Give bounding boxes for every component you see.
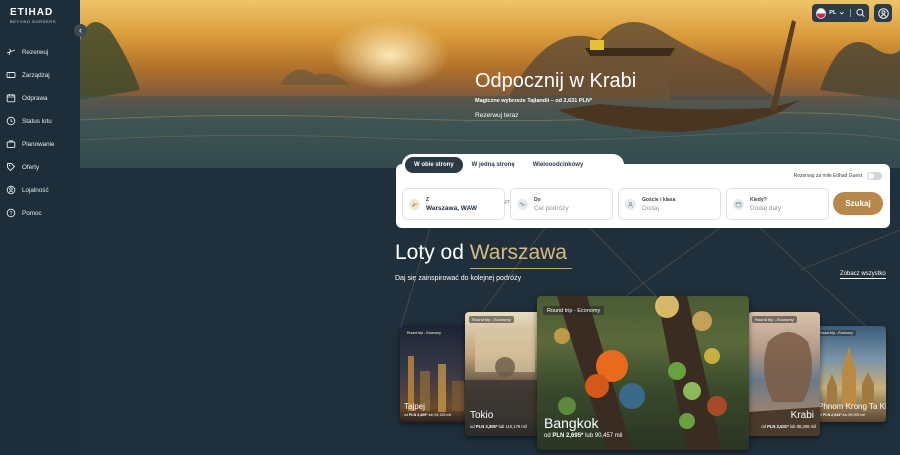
sidebar-item-planowanie[interactable]: Planowanie	[0, 135, 80, 153]
to-placeholder: Cel podróży	[534, 204, 569, 212]
to-field[interactable]: Do Cel podróży	[510, 188, 613, 220]
logo-tagline: BEYOND BORDERS	[10, 19, 57, 24]
search-icon[interactable]	[856, 8, 865, 18]
sidebar-item-status-lotu[interactable]: Status lotu	[0, 112, 80, 130]
destination-card-krabi[interactable]: Round trip - Economy Krabi od PLN 2,631*…	[748, 312, 820, 436]
guest-miles-toggle-row: Rezerwuj za mile Etihad Guest	[794, 172, 882, 180]
suitcase-icon	[6, 139, 16, 149]
hero-book-now-link[interactable]: Rezerwuj teraz	[475, 112, 518, 119]
trip-type-badge: Round trip - Economy	[543, 306, 605, 315]
from-label: Z	[426, 196, 430, 203]
sidebar-item-oferty[interactable]: Oferty	[0, 158, 80, 176]
plane-landing-icon	[517, 198, 528, 210]
header-tools: PL	[812, 4, 869, 22]
dates-field[interactable]: Kiedy? Dodaj daty	[726, 188, 829, 220]
sidebar: ETIHAD BEYOND BORDERS Rezerwuj Zarządzaj…	[0, 0, 80, 455]
tab-round-trip[interactable]: W obie strony	[405, 157, 463, 173]
guest-miles-label: Rezerwuj za mile Etihad Guest	[793, 173, 862, 179]
card-city: Bangkok	[544, 415, 599, 431]
section-title-prefix: Loty od	[395, 241, 464, 264]
user-icon	[877, 7, 889, 19]
user-account-button[interactable]	[874, 4, 892, 22]
trip-type-badge: Round trip - Economy	[404, 330, 444, 336]
section-title: Loty od Warszawa	[395, 241, 567, 265]
sidebar-item-label: Pomoc	[22, 209, 42, 217]
user-circle-icon	[6, 185, 16, 195]
card-city: Tajpej	[404, 402, 425, 411]
sidebar-item-label: Planowanie	[22, 140, 55, 148]
calendar-icon	[733, 198, 744, 210]
etihad-logo[interactable]: ETIHAD BEYOND BORDERS	[10, 7, 56, 24]
hero-title: Odpocznij w Krabi	[475, 70, 637, 92]
hero-banner: Odpocznij w Krabi Magiczne wybrzeże Tajl…	[80, 0, 900, 168]
chevron-down-icon	[839, 11, 845, 15]
card-city: Tokio	[470, 410, 494, 421]
trip-type-badge: Round trip - Economy	[752, 316, 797, 323]
from-value: Warszawa, WAW	[426, 204, 478, 212]
card-price: od PLN 3,305* lub 110,176 mil	[470, 424, 527, 429]
search-button[interactable]: Szukaj	[833, 192, 883, 215]
chevron-left-icon: ‹	[79, 25, 82, 35]
sidebar-item-label: Zarządzaj	[22, 71, 50, 79]
plane-icon	[6, 47, 16, 57]
title-underline	[470, 268, 572, 269]
poland-flag-icon[interactable]	[816, 7, 827, 19]
card-city: Phnom Krong Ta Khmau	[818, 402, 886, 411]
sidebar-item-label: Lojalność	[22, 186, 49, 194]
guests-class-field[interactable]: Goście i klasa Dodaj	[618, 188, 721, 220]
hero-subtitle: Magiczne wybrzeże Tajlandii – od 2,631 P…	[475, 98, 592, 104]
clock-icon	[6, 116, 16, 126]
sidebar-item-pomoc[interactable]: ? Pomoc	[0, 204, 80, 222]
sidebar-item-lojalnosc[interactable]: Lojalność	[0, 181, 80, 199]
svg-text:?: ?	[10, 211, 13, 217]
sidebar-item-rezerwuj[interactable]: Rezerwuj	[0, 43, 80, 61]
dates-placeholder: Dodaj daty	[750, 204, 782, 212]
destination-card-phnom-krong[interactable]: Round trip - Economy Phnom Krong Ta Khma…	[812, 326, 886, 422]
users-icon	[625, 198, 636, 210]
swap-icon[interactable]: ⇄	[504, 198, 510, 206]
section-title-city: Warszawa	[469, 241, 567, 264]
card-price: od PLN 2,631* lub 88,306 mil	[761, 424, 816, 429]
card-price: od PLN 3,409* lub 94,155 mil	[404, 413, 451, 417]
guests-label: Goście i klasa	[642, 196, 676, 203]
destination-card-bangkok[interactable]: Round trip - Economy Bangkok od PLN 2,69…	[537, 296, 749, 450]
to-label: Do	[534, 196, 541, 203]
card-price: od PLN 2,695* lub 90,457 mil	[544, 433, 623, 439]
calendar-icon	[6, 93, 16, 103]
trip-type-badge: Round trip - Economy	[469, 316, 514, 323]
destination-card-tajpej[interactable]: Round trip - Economy Tajpej od PLN 3,409…	[400, 326, 468, 422]
card-price: od PLN 2,644* lub 89,006 mil	[818, 413, 865, 417]
card-city: Krabi	[790, 410, 814, 421]
ticket-icon	[6, 70, 16, 80]
trip-type-badge: Round trip - Economy	[816, 330, 856, 336]
guests-placeholder: Dodaj	[642, 204, 659, 212]
language-selector[interactable]: PL	[829, 10, 836, 16]
divider	[849, 9, 851, 17]
from-field[interactable]: Z Warszawa, WAW	[402, 188, 505, 220]
section-subtitle: Daj się zainspirować do kolejnej podróży	[395, 275, 522, 282]
logo-wordmark: ETIHAD	[10, 7, 54, 18]
collapse-sidebar-button[interactable]: ‹	[74, 24, 87, 37]
help-icon: ?	[6, 208, 16, 218]
dates-label: Kiedy?	[750, 196, 767, 203]
tag-icon	[6, 162, 16, 172]
sidebar-item-label: Oferty	[22, 163, 40, 171]
sidebar-item-zarzadzaj[interactable]: Zarządzaj	[0, 66, 80, 84]
trip-type-tabs: W obie strony W jedną stronę Wielooodcin…	[402, 154, 624, 176]
sidebar-item-odprawa[interactable]: Odprawa	[0, 89, 80, 107]
plane-takeoff-icon	[409, 198, 420, 210]
tab-multi-city[interactable]: Wielooodcinkowy	[524, 157, 593, 173]
see-all-link[interactable]: Zobacz wszystko	[840, 271, 886, 279]
guest-miles-toggle[interactable]	[867, 172, 882, 180]
sidebar-item-label: Odprawa	[22, 94, 48, 102]
sidebar-item-label: Status lotu	[22, 117, 52, 125]
tab-one-way[interactable]: W jedną stronę	[463, 157, 524, 173]
sidebar-item-label: Rezerwuj	[22, 48, 49, 56]
